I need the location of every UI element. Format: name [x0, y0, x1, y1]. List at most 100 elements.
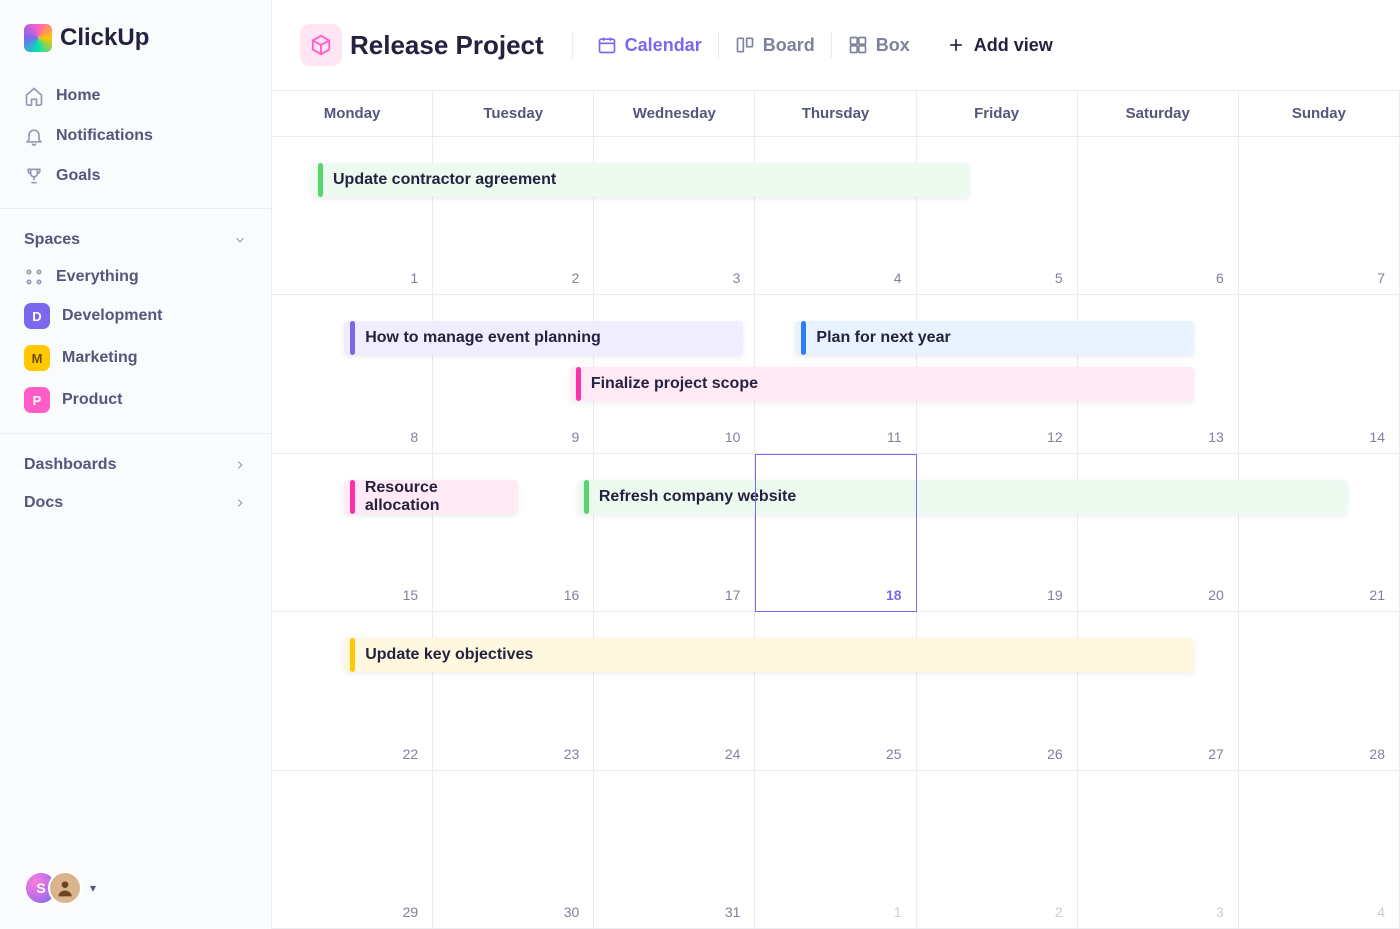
event[interactable]: Update contractor agreement [312, 163, 969, 197]
calendar-cell[interactable]: 4 [755, 137, 916, 295]
view-tab-calendar[interactable]: Calendar [589, 29, 710, 62]
chevron-down-icon [233, 233, 247, 247]
event-title: Plan for next year [816, 329, 950, 347]
event[interactable]: Refresh company website [578, 480, 1348, 514]
date-number: 6 [1216, 270, 1224, 286]
date-number: 20 [1208, 587, 1224, 603]
space-label: Marketing [62, 349, 138, 367]
calendar-cell[interactable]: 7 [1239, 137, 1400, 295]
calendar-cell[interactable]: 22 [272, 612, 433, 770]
space-item-development[interactable]: DDevelopment [0, 295, 271, 337]
calendar-cell[interactable]: 30 [433, 771, 594, 929]
home-icon [24, 86, 44, 106]
date-number: 31 [725, 904, 741, 920]
calendar-cell[interactable]: 31 [594, 771, 755, 929]
calendar-cell[interactable]: 20 [1078, 454, 1239, 612]
calendar-cell[interactable]: 23 [433, 612, 594, 770]
divider [0, 433, 271, 434]
nav-item-home[interactable]: Home [0, 76, 271, 116]
space-badge: M [24, 345, 50, 371]
divider [718, 32, 719, 58]
date-number: 23 [564, 746, 580, 762]
view-tab-box[interactable]: Box [840, 29, 918, 62]
space-item-product[interactable]: P Product [0, 379, 271, 421]
date-number: 2 [1055, 904, 1063, 920]
calendar-cell[interactable]: 16 [433, 454, 594, 612]
event[interactable]: Update key objectives [344, 638, 1194, 672]
calendar-cell[interactable]: 3 [1078, 771, 1239, 929]
view-label: Calendar [625, 35, 702, 56]
day-header: Thursday [755, 91, 916, 137]
space-label: Development [62, 307, 162, 325]
calendar-cell[interactable]: 1 [755, 771, 916, 929]
event-color-bar [350, 321, 355, 355]
date-number: 19 [1047, 587, 1063, 603]
view-label: Box [876, 35, 910, 56]
main: Release Project Calendar Board Box Add vie… [272, 0, 1400, 929]
calendar-cell[interactable]: 5 [917, 137, 1078, 295]
user-stack[interactable]: S ▾ [24, 871, 96, 905]
day-header: Sunday [1239, 91, 1400, 137]
calendar-cell[interactable]: 25 [755, 612, 916, 770]
add-view-button[interactable]: Add view [938, 29, 1061, 62]
spaces-header[interactable]: Spaces [0, 221, 271, 259]
calendar-cell[interactable]: 18 [755, 454, 916, 612]
calendar-cell[interactable]: 4 [1239, 771, 1400, 929]
trophy-icon [24, 166, 44, 186]
calendar-cell[interactable]: 27 [1078, 612, 1239, 770]
project-icon [300, 24, 342, 66]
calendar-cell[interactable]: 17 [594, 454, 755, 612]
nav-item-notifications[interactable]: Notifications [0, 116, 271, 156]
day-header: Saturday [1078, 91, 1239, 137]
calendar-cell[interactable]: 28 [1239, 612, 1400, 770]
calendar-cell[interactable]: 8 [272, 295, 433, 453]
event-color-bar [350, 480, 355, 514]
calendar-cell[interactable]: 26 [917, 612, 1078, 770]
spaces-label: Spaces [24, 231, 80, 249]
date-number: 4 [1377, 904, 1385, 920]
box-icon [848, 35, 868, 55]
date-number: 27 [1208, 746, 1224, 762]
event-title: Update contractor agreement [333, 171, 556, 189]
calendar-cell[interactable]: 1 [272, 137, 433, 295]
date-number: 16 [564, 587, 580, 603]
section-docs[interactable]: Docs [0, 484, 271, 522]
event[interactable]: How to manage event planning [344, 321, 743, 355]
event-title: Finalize project scope [591, 375, 758, 393]
calendar-cell[interactable]: 19 [917, 454, 1078, 612]
event-color-bar [318, 163, 323, 197]
space-badge: P [24, 387, 50, 413]
calendar-cell[interactable]: 24 [594, 612, 755, 770]
divider [0, 208, 271, 209]
date-number: 30 [564, 904, 580, 920]
divider [831, 32, 832, 58]
everything-item[interactable]: Everything [0, 259, 271, 295]
date-number: 25 [886, 746, 902, 762]
nav-item-goals[interactable]: Goals [0, 156, 271, 196]
calendar-cell[interactable]: 3 [594, 137, 755, 295]
calendar-cell[interactable]: 6 [1078, 137, 1239, 295]
app-logo[interactable]: ClickUp [0, 16, 271, 76]
event[interactable]: Finalize project scope [570, 367, 1195, 401]
nav-label: Home [56, 87, 100, 105]
event[interactable]: Resource allocation [344, 480, 517, 514]
space-label: Product [62, 391, 122, 409]
view-tab-board[interactable]: Board [727, 29, 823, 62]
grid-icon [24, 267, 44, 287]
day-header: Friday [917, 91, 1078, 137]
calendar-cell[interactable]: 14 [1239, 295, 1400, 453]
event-color-bar [801, 321, 806, 355]
project-title: Release Project [350, 30, 544, 61]
calendar-cell[interactable]: 2 [433, 137, 594, 295]
view-label: Board [763, 35, 815, 56]
calendar-cell[interactable]: 15 [272, 454, 433, 612]
calendar-icon [597, 35, 617, 55]
event-title: How to manage event planning [365, 329, 601, 347]
calendar-cell[interactable]: 29 [272, 771, 433, 929]
date-number: 10 [725, 429, 741, 445]
calendar-cell[interactable]: 2 [917, 771, 1078, 929]
section-dashboards[interactable]: Dashboards [0, 446, 271, 484]
space-item-marketing[interactable]: M Marketing [0, 337, 271, 379]
calendar-cell[interactable]: 21 [1239, 454, 1400, 612]
event[interactable]: Plan for next year [795, 321, 1194, 355]
